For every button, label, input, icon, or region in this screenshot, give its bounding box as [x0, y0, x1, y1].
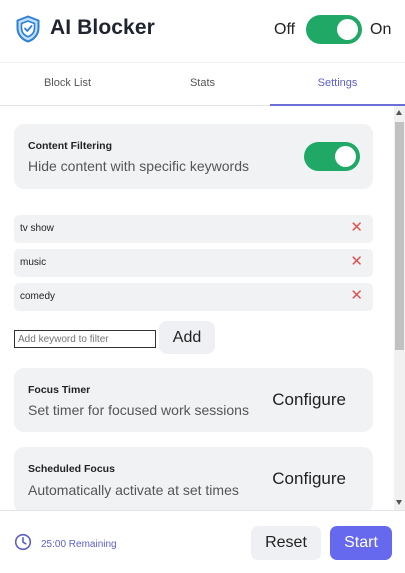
close-icon[interactable]: ✕	[350, 220, 363, 236]
close-icon[interactable]: ✕	[350, 254, 363, 270]
scrollbar[interactable]	[394, 106, 405, 510]
focus-timer-title: Focus Timer	[28, 384, 91, 396]
tab-bar: Block List Stats Settings	[0, 62, 405, 106]
keyword-item: music ✕	[14, 249, 373, 277]
tab-block-list[interactable]: Block List	[0, 63, 135, 105]
footer: 25:00 Remaining Reset Start	[0, 510, 405, 573]
content-filtering-description: Hide content with specific keywords	[28, 158, 249, 174]
scheduled-focus-title: Scheduled Focus	[28, 463, 115, 475]
reset-button[interactable]: Reset	[251, 526, 321, 560]
close-icon[interactable]: ✕	[350, 288, 363, 304]
configure-focus-timer-button[interactable]: Configure	[272, 390, 346, 410]
scroll-up-arrow-icon[interactable]	[396, 110, 402, 115]
scroll-down-arrow-icon[interactable]	[396, 500, 402, 505]
keyword-text: comedy	[20, 291, 56, 302]
keyword-input[interactable]	[14, 330, 156, 348]
content-filtering-card: Content Filtering Hide content with spec…	[14, 124, 373, 189]
content-filtering-title: Content Filtering	[28, 140, 112, 152]
power-on-label: On	[370, 21, 392, 38]
clock-icon	[14, 533, 32, 551]
scroll-thumb[interactable]	[395, 122, 404, 350]
keyword-text: tv show	[20, 223, 54, 234]
scheduled-focus-card: Scheduled Focus Automatically activate a…	[14, 447, 373, 510]
focus-timer-card: Focus Timer Set timer for focused work s…	[14, 368, 373, 432]
start-button[interactable]: Start	[330, 526, 392, 560]
configure-scheduled-focus-button[interactable]: Configure	[272, 469, 346, 489]
header: AI Blocker Off On	[0, 0, 405, 62]
keyword-text: music	[20, 257, 47, 268]
add-keyword-button[interactable]: Add	[159, 321, 215, 354]
tab-settings[interactable]: Settings	[270, 63, 405, 106]
keyword-item: tv show ✕	[14, 215, 373, 243]
tab-stats[interactable]: Stats	[135, 63, 270, 105]
settings-panel: Content Filtering Hide content with spec…	[0, 106, 405, 510]
keyword-item: comedy ✕	[14, 283, 373, 311]
content-filtering-toggle[interactable]	[304, 142, 360, 171]
power-toggle[interactable]	[306, 15, 362, 44]
toggle-knob	[335, 146, 356, 167]
focus-timer-description: Set timer for focused work sessions	[28, 402, 249, 418]
power-off-label: Off	[274, 21, 296, 38]
shield-logo-icon	[16, 15, 40, 43]
toggle-knob	[337, 19, 358, 40]
time-remaining: 25:00 Remaining	[41, 539, 117, 550]
scheduled-focus-description: Automatically activate at set times	[28, 482, 239, 498]
app-title: AI Blocker	[50, 16, 155, 39]
